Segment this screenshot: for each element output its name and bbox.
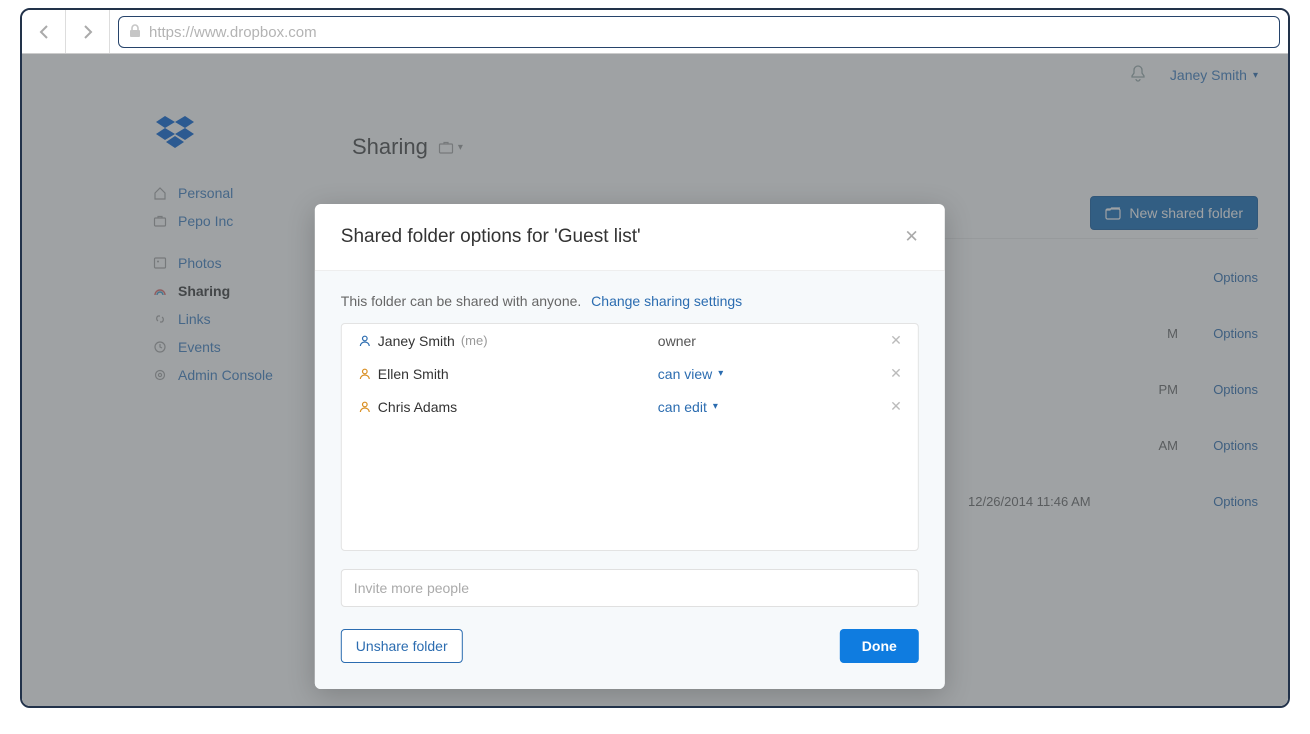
member-row: Janey Smith (me) owner ✕	[342, 324, 918, 357]
remove-member-button[interactable]: ✕	[890, 398, 902, 415]
close-icon[interactable]: ✕	[905, 227, 919, 247]
member-name: Chris Adams	[378, 399, 457, 415]
nav-forward-button[interactable]	[66, 10, 110, 53]
url-text: https://www.dropbox.com	[149, 24, 317, 41]
member-me-label: (me)	[461, 333, 488, 348]
browser-toolbar: https://www.dropbox.com	[22, 10, 1288, 54]
change-sharing-settings-link[interactable]: Change sharing settings	[591, 293, 742, 309]
modal-footer: Unshare folder Done	[341, 629, 919, 663]
person-icon	[358, 334, 378, 348]
member-name: Janey Smith	[378, 333, 455, 349]
chevron-down-icon: ▾	[713, 401, 718, 412]
lock-icon	[129, 24, 141, 41]
member-row: Ellen Smith can view ▾ ✕	[342, 357, 918, 390]
share-note: This folder can be shared with anyone. C…	[341, 293, 919, 309]
members-list: Janey Smith (me) owner ✕ Ellen Smith	[341, 323, 919, 551]
chevron-down-icon: ▾	[718, 368, 723, 379]
modal-header: Shared folder options for 'Guest list' ✕	[315, 204, 945, 271]
person-icon	[358, 367, 378, 381]
remove-member-button[interactable]: ✕	[890, 365, 902, 382]
chevron-left-icon	[39, 25, 49, 39]
address-bar[interactable]: https://www.dropbox.com	[118, 16, 1280, 48]
invite-input[interactable]	[341, 569, 919, 607]
member-role: owner	[658, 333, 890, 349]
nav-back-button[interactable]	[22, 10, 66, 53]
shared-folder-options-modal: Shared folder options for 'Guest list' ✕…	[315, 204, 945, 689]
unshare-folder-button[interactable]: Unshare folder	[341, 629, 463, 663]
member-role-dropdown[interactable]: can edit ▾	[658, 399, 890, 415]
member-name: Ellen Smith	[378, 366, 449, 382]
remove-member-button[interactable]: ✕	[890, 332, 902, 349]
modal-title: Shared folder options for 'Guest list'	[341, 226, 905, 248]
browser-frame: https://www.dropbox.com Janey Smith ▾	[20, 8, 1290, 708]
member-row: Chris Adams can edit ▾ ✕	[342, 390, 918, 423]
viewport: Janey Smith ▾	[22, 54, 1288, 706]
member-role-dropdown[interactable]: can view ▾	[658, 366, 890, 382]
chevron-right-icon	[83, 25, 93, 39]
person-icon	[358, 400, 378, 414]
share-note-text: This folder can be shared with anyone.	[341, 293, 581, 309]
done-button[interactable]: Done	[840, 629, 919, 663]
